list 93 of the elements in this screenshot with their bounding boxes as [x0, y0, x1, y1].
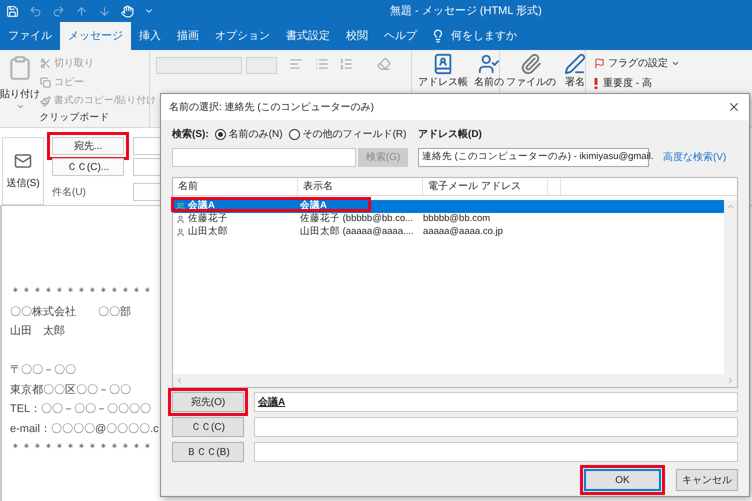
- body-text: TEL：〇〇－〇〇－〇〇〇〇: [10, 403, 152, 415]
- body-text: 東京都〇〇区〇〇－〇〇: [10, 384, 131, 396]
- email-cell: bbbbb@bb.com: [423, 213, 490, 224]
- email-cell: aaaaa@aaaa.co.jp: [423, 226, 503, 238]
- tell-me-field[interactable]: 何をしますか: [451, 28, 517, 44]
- follow-up-button[interactable]: フラグの設定: [608, 56, 668, 71]
- name-cell-text: 佐藤花子: [188, 212, 228, 226]
- radio-label[interactable]: その他のフィールド(R): [302, 127, 406, 142]
- close-icon[interactable]: [727, 100, 741, 114]
- recipient-button[interactable]: ＣＣ(C)...: [52, 158, 124, 176]
- person-icon: [176, 228, 185, 237]
- radio-label[interactable]: 名前のみ(N): [228, 127, 283, 142]
- search-label: 検索(S):: [172, 128, 209, 142]
- paragraph-icon[interactable]: [289, 57, 303, 71]
- recipient-button[interactable]: ＣＣ(C): [172, 417, 244, 437]
- undo-icon[interactable]: [29, 4, 42, 18]
- paperclip-icon[interactable]: [520, 53, 542, 75]
- address-book-label: アドレス帳(D): [418, 128, 483, 142]
- brush-icon: [40, 96, 51, 107]
- flag-icon: [594, 58, 605, 69]
- dialog-title: 名前の選択: 連絡先 (このコンピューターのみ): [169, 100, 374, 114]
- font-size-field[interactable]: [246, 57, 277, 74]
- recipient-field[interactable]: [254, 417, 738, 437]
- display-name-cell: 山田太郎 (aaaaa@aaaa....: [300, 226, 414, 238]
- signature-icon[interactable]: [564, 53, 586, 75]
- ribbon-tab[interactable]: オプション: [207, 22, 278, 50]
- bullet-list-icon[interactable]: [315, 57, 329, 71]
- scroll-left-icon[interactable]: [175, 376, 184, 385]
- name-cell-text: 会議A: [188, 199, 215, 213]
- dialog-button[interactable]: キャンセル: [676, 469, 738, 491]
- save-icon[interactable]: [6, 4, 19, 18]
- search-field[interactable]: [172, 148, 356, 167]
- contact-row[interactable]: 山田太郎 山田太郎 (aaaaa@aaaa.... aaaaa@aaaa.co.jp: [173, 226, 724, 239]
- recipient-button[interactable]: ＢＣＣ(B): [172, 442, 244, 462]
- signature-button[interactable]: 署名: [565, 77, 585, 89]
- send-button[interactable]: 送信(S): [2, 137, 44, 205]
- ribbon-tab[interactable]: 校閲: [338, 22, 376, 50]
- advanced-search-link[interactable]: 高度な検索(V): [663, 150, 726, 165]
- column-header[interactable]: 表示名: [303, 179, 333, 194]
- display-name-cell: 佐藤花子 (bbbbb@bb.co...: [300, 213, 414, 224]
- down-arrow-icon[interactable]: [98, 4, 111, 18]
- display-name-cell: 会議A: [300, 200, 327, 212]
- name-cell-text: 山田太郎: [188, 225, 228, 240]
- lightbulb-icon: [431, 29, 445, 43]
- contact-row[interactable]: 佐藤花子 佐藤花子 (bbbbb@bb.co... bbbbb@bb.com: [173, 213, 724, 226]
- caret-icon[interactable]: [671, 59, 680, 68]
- recipient-field[interactable]: 会議A: [254, 392, 738, 412]
- window-title: 無題 - メッセージ (HTML 形式): [390, 4, 542, 19]
- touch-mode-icon[interactable]: [121, 4, 134, 18]
- group-label: クリップボード: [38, 111, 110, 125]
- radio-button[interactable]: [288, 129, 300, 140]
- dialog-button[interactable]: OK: [584, 469, 661, 491]
- ribbon-tab[interactable]: 書式設定: [278, 22, 338, 50]
- body-text: e-mail：〇〇〇〇@〇〇〇〇.c: [10, 422, 159, 434]
- up-arrow-icon[interactable]: [75, 4, 88, 18]
- ribbon-tab[interactable]: 挿入: [131, 22, 169, 50]
- body-text: 〇〇株式会社 〇〇部: [10, 306, 131, 318]
- redo-icon[interactable]: [52, 4, 65, 18]
- paste-button[interactable]: 貼り付け: [0, 87, 40, 102]
- check-names-button[interactable]: 名前の: [474, 77, 504, 89]
- recipient-button[interactable]: 宛先(O): [172, 392, 244, 412]
- body-text: 山田 太郎: [10, 325, 65, 337]
- body-text: ＊＊＊＊＊＊＊＊＊＊＊＊＊: [10, 442, 153, 454]
- scroll-up-icon[interactable]: [726, 202, 735, 211]
- numbered-list-icon[interactable]: [339, 57, 353, 71]
- ribbon-tab[interactable]: ヘルプ: [376, 22, 425, 50]
- copy-icon: [40, 77, 51, 88]
- font-name-field[interactable]: [156, 57, 242, 74]
- radio-button[interactable]: [214, 129, 226, 140]
- attach-file-button[interactable]: ファイルの: [506, 77, 556, 89]
- exclamation-icon: [594, 78, 598, 89]
- column-header[interactable]: 電子メール アドレス: [428, 179, 521, 194]
- address-book-button[interactable]: アドレス帳: [418, 77, 468, 89]
- column-header[interactable]: 名前: [178, 179, 198, 194]
- person-icon: [176, 215, 185, 224]
- recipient-field[interactable]: [254, 442, 738, 462]
- group-icon: [176, 202, 185, 211]
- horizontal-scrollbar[interactable]: [173, 374, 737, 387]
- body-text: ＊＊＊＊＊＊＊＊＊＊＊＊＊: [10, 286, 153, 298]
- body-text: 〒〇〇－〇〇: [10, 364, 76, 376]
- vertical-scrollbar[interactable]: [724, 200, 737, 374]
- check-names-icon[interactable]: [478, 53, 500, 75]
- high-importance-button[interactable]: 重要度 - 高: [603, 76, 652, 91]
- ribbon-tab[interactable]: ファイル: [0, 22, 60, 50]
- clear-format-icon[interactable]: [377, 57, 391, 71]
- ribbon-tab[interactable]: メッセージ: [60, 22, 131, 50]
- scroll-right-icon[interactable]: [726, 376, 735, 385]
- ribbon-tab[interactable]: 描画: [169, 22, 207, 50]
- address-book-icon[interactable]: [432, 53, 454, 75]
- envelope-icon: [14, 152, 32, 170]
- contact-row[interactable]: 会議A 会議A: [173, 200, 724, 213]
- subject-label: 件名(U): [52, 186, 87, 200]
- scissors-icon: [40, 58, 51, 69]
